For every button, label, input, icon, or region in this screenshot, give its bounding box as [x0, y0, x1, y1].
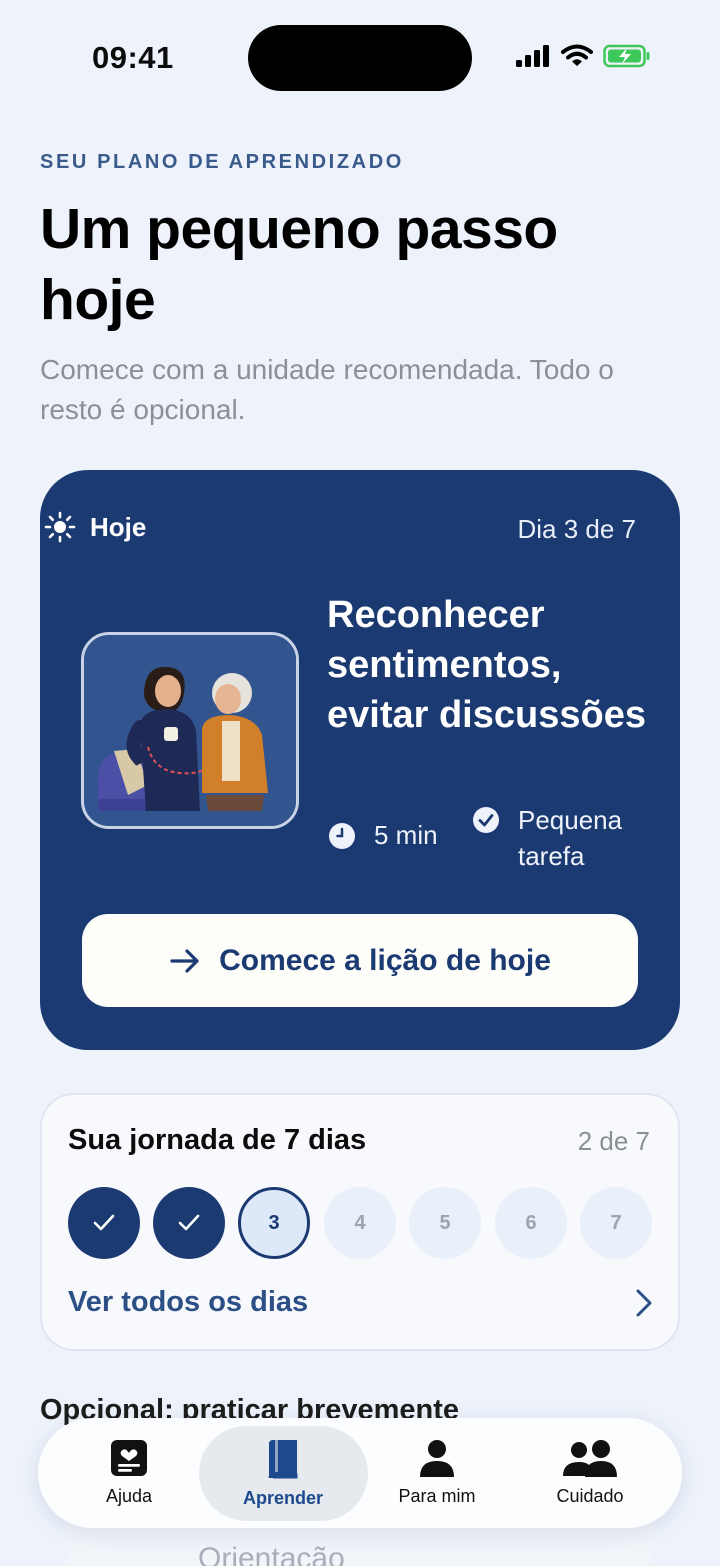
lesson-illustration [81, 632, 299, 829]
status-bar: 09:41 [0, 0, 720, 110]
tab-para-mim-label: Para mim [398, 1486, 476, 1506]
wifi-icon [561, 44, 593, 66]
tab-cuidado-label: Cuidado [556, 1486, 624, 1506]
duration-label: 5 min [374, 820, 438, 850]
day-6-indicator[interactable]: 6 [495, 1187, 567, 1259]
journey-progress-count: 2 de 7 [577, 1126, 650, 1156]
check-circle-icon [473, 807, 499, 833]
sun-icon [44, 511, 76, 543]
tab-ajuda-label: Ajuda [105, 1486, 153, 1506]
day-4-indicator[interactable]: 4 [324, 1187, 396, 1259]
section-eyebrow: SEU PLANO DE APRENDIZADO [40, 151, 404, 173]
tab-cuidado[interactable]: Cuidado [530, 1424, 650, 1522]
tab-ajuda[interactable]: Ajuda [69, 1424, 189, 1522]
dynamic-island [248, 25, 472, 91]
book-icon [268, 1440, 298, 1479]
card-heart-icon [111, 1440, 147, 1476]
start-lesson-button[interactable]: Comece a lição de hoje [82, 914, 638, 1007]
checkmark-icon [178, 1214, 200, 1231]
status-icons [515, 44, 651, 68]
day-counter: Dia 3 de 7 [517, 514, 636, 544]
tab-aprender[interactable]: Aprender [213, 1424, 353, 1522]
today-header: Hoje [44, 511, 146, 543]
page-subtitle: Comece com a unidade recomendada. Todo o… [40, 354, 614, 425]
clock-icon [329, 822, 355, 849]
page-title: Um pequeno passo hoje [40, 197, 558, 332]
day-3-indicator[interactable]: 3 [238, 1187, 310, 1259]
optional-item-label: Orientação [198, 1542, 345, 1566]
see-all-days-link[interactable]: Ver todos os dias [68, 1286, 653, 1319]
lesson-duration: 5 min [328, 820, 438, 851]
see-all-days-label: Ver todos os dias [68, 1286, 309, 1318]
lesson-title: Reconhecer sentimentos, evitar discussõe… [327, 594, 646, 736]
day-7-indicator[interactable]: 7 [580, 1187, 652, 1259]
tab-para-mim[interactable]: Para mim [377, 1424, 497, 1522]
day-5-indicator[interactable]: 5 [409, 1187, 481, 1259]
day-1-indicator[interactable] [68, 1187, 140, 1259]
caregiver-illustration [84, 635, 296, 826]
today-label: Hoje [90, 511, 147, 542]
lesson-task: Pequena tarefa [472, 802, 638, 874]
people-icon [563, 1440, 617, 1477]
checkmark-icon [93, 1214, 115, 1231]
start-lesson-label: Comece a lição de hoje [219, 943, 551, 977]
day-2-indicator[interactable] [153, 1187, 225, 1259]
status-time: 09:41 [92, 40, 174, 75]
tab-aprender-label: Aprender [242, 1488, 323, 1508]
task-label: Pequena tarefa [518, 805, 623, 871]
chevron-right-icon [636, 1289, 652, 1316]
battery-charging-icon [603, 44, 650, 68]
person-icon [420, 1440, 454, 1477]
signal-icon [516, 45, 549, 67]
arrow-right-icon [170, 948, 199, 973]
journey-title: Sua jornada de 7 dias [68, 1124, 367, 1156]
